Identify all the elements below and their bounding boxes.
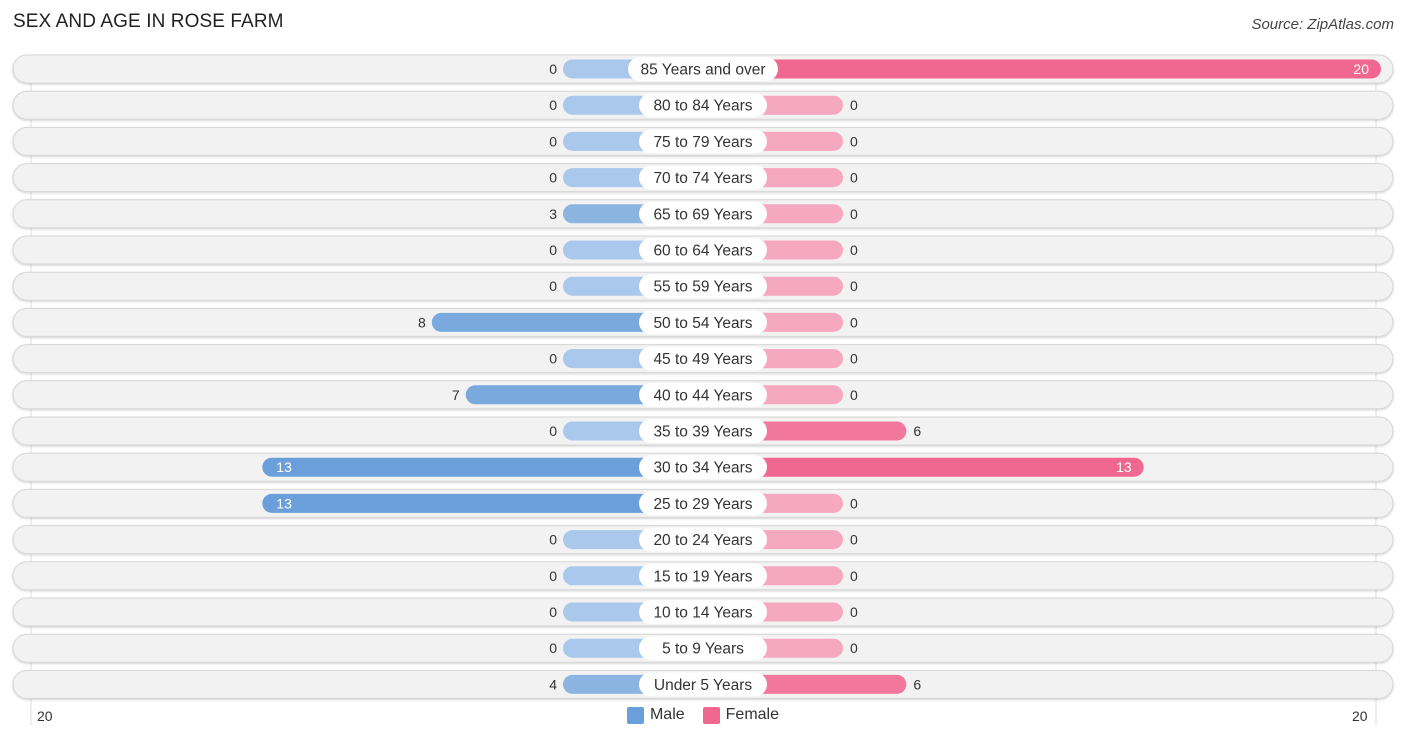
category-label: 70 to 74 Years	[653, 170, 752, 187]
category-label: 55 to 59 Years	[653, 279, 752, 296]
value-label-female: 0	[850, 206, 858, 222]
value-label-male: 3	[549, 206, 557, 222]
value-label-male: 0	[549, 351, 557, 367]
value-label-male: 13	[276, 495, 292, 511]
value-label-female: 0	[850, 314, 858, 330]
category-label: 20 to 24 Years	[653, 532, 752, 549]
value-label-male: 0	[549, 640, 557, 656]
bar-male	[262, 493, 703, 513]
category-label: 30 to 34 Years	[653, 460, 752, 477]
value-label-male: 0	[549, 133, 557, 149]
value-label-male: 0	[549, 423, 557, 439]
value-label-male: 4	[549, 676, 557, 692]
value-label-female: 0	[850, 242, 858, 258]
value-label-male: 0	[549, 61, 557, 77]
value-label-female: 0	[850, 495, 858, 511]
category-label: 50 to 54 Years	[653, 315, 752, 332]
category-label: 15 to 19 Years	[653, 568, 752, 585]
value-label-male: 0	[549, 568, 557, 584]
category-label: 5 to 9 Years	[662, 641, 744, 658]
category-label: 80 to 84 Years	[653, 98, 752, 115]
value-label-male: 0	[549, 278, 557, 294]
category-label: 40 to 44 Years	[653, 387, 752, 404]
value-label-female: 0	[850, 351, 858, 367]
value-label-female: 0	[850, 97, 858, 113]
category-label: 35 to 39 Years	[653, 424, 752, 441]
legend-label-male: Male	[649, 706, 685, 723]
chart: 85 Years and over0 2080 to 84 Years0 075 t…	[12, 54, 1394, 725]
value-label-female: 6	[913, 423, 921, 439]
value-label-male: 0	[549, 532, 557, 548]
value-label-female: 13	[1116, 459, 1132, 475]
value-label-male: 8	[418, 314, 426, 330]
value-label-female: 0	[850, 278, 858, 294]
value-label-male: 7	[452, 387, 460, 403]
bar-female	[703, 457, 1144, 477]
category-label: 85 Years and over	[641, 62, 766, 79]
legend-label-female: Female	[725, 706, 780, 723]
category-label: 75 to 79 Years	[653, 134, 752, 151]
value-label-male: 0	[549, 242, 557, 258]
legend-item-male: Male	[626, 706, 685, 724]
value-label-female: 0	[850, 604, 858, 620]
value-label-female: 0	[850, 640, 858, 656]
legend: Male Female	[0, 706, 1406, 724]
legend-swatch-female	[702, 706, 720, 724]
value-label-male: 0	[549, 97, 557, 113]
value-label-male: 13	[276, 459, 292, 475]
category-label: 60 to 64 Years	[653, 243, 752, 260]
bar-male	[262, 457, 703, 477]
legend-item-female: Female	[702, 706, 780, 724]
category-label: 45 to 49 Years	[653, 351, 752, 368]
value-label-female: 0	[850, 387, 858, 403]
value-label-female: 0	[850, 133, 858, 149]
value-label-female: 0	[850, 170, 858, 186]
value-label-male: 0	[549, 170, 557, 186]
value-label-female: 20	[1353, 61, 1369, 77]
category-label: Under 5 Years	[654, 677, 752, 694]
category-label: 65 to 69 Years	[653, 206, 752, 223]
bar-female	[703, 59, 1381, 79]
category-label: 25 to 29 Years	[653, 496, 752, 513]
category-label: 10 to 14 Years	[653, 605, 752, 622]
value-label-male: 0	[549, 604, 557, 620]
value-label-female: 0	[850, 532, 858, 548]
value-label-female: 6	[913, 676, 921, 692]
legend-swatch-male	[626, 706, 644, 724]
value-label-female: 0	[850, 568, 858, 584]
